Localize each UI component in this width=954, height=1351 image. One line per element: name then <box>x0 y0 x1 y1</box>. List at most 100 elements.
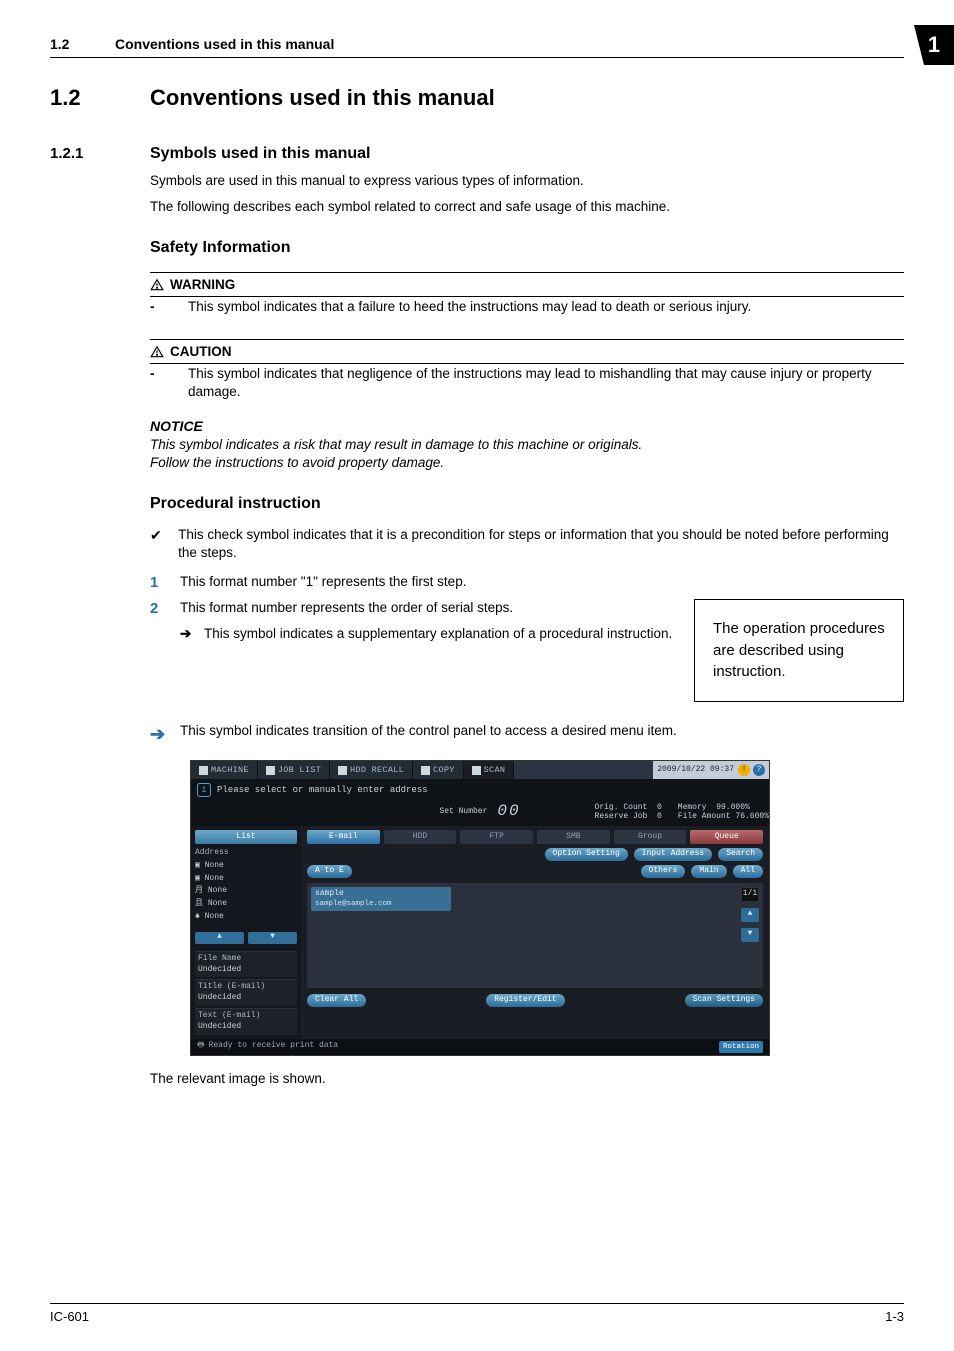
cat-hdd[interactable]: HDD <box>384 830 457 844</box>
tab-machine[interactable]: MACHINE <box>191 761 258 779</box>
datetime: 2009/10/22 09:37 <box>653 765 738 776</box>
aside-box: The operation procedures are described u… <box>694 599 904 702</box>
datetime-area: 2009/10/22 09:37 ! ? <box>653 761 769 779</box>
page-footer: IC-601 1-3 <box>50 1303 904 1326</box>
cat-ftp[interactable]: FTP <box>460 830 533 844</box>
intro-paragraph-2: The following describes each symbol rela… <box>150 198 904 216</box>
filter-all[interactable]: All <box>733 865 763 878</box>
step-2-text: This format number represents the order … <box>180 599 674 619</box>
title-field[interactable]: Title (E-mail)Undecided <box>195 979 297 1006</box>
input-address-button[interactable]: Input Address <box>634 848 712 861</box>
option-setting-button[interactable]: Option Setting <box>545 848 628 861</box>
address-none-4: 且 None <box>195 899 297 910</box>
transition-arrow-row: ➔ This symbol indicates transition of th… <box>150 722 904 746</box>
subsection-number: 1.2.1 <box>50 144 150 164</box>
side-nav-up[interactable]: ▲ <box>195 932 244 944</box>
warning-label: WARNING <box>170 276 235 294</box>
cat-queue[interactable]: Queue <box>690 830 763 844</box>
transition-arrow-icon: ➔ <box>150 722 180 746</box>
cat-smb[interactable]: SMB <box>537 830 610 844</box>
status-block: Orig. Count 0 Reserve Job 0 Memory 99.00… <box>531 803 769 822</box>
cat-email[interactable]: E-mail <box>307 830 380 844</box>
step-2-row: 2 This format number represents the orde… <box>150 599 674 619</box>
precondition-row: ✔ This check symbol indicates that it is… <box>150 526 904 562</box>
filter-atoe[interactable]: A to E <box>307 865 352 878</box>
list-button[interactable]: List <box>195 830 297 844</box>
side-panel: List Address ▣ None ▣ None 月 None 且 None… <box>191 826 301 1039</box>
register-edit-button[interactable]: Register/Edit <box>486 994 564 1007</box>
prompt-text: Please select or manually enter address <box>217 784 428 796</box>
notice-line-1: This symbol indicates a risk that may re… <box>150 437 642 452</box>
copy-icon <box>421 766 430 775</box>
precondition-text: This check symbol indicates that it is a… <box>178 526 904 562</box>
page-down-button[interactable]: ▼ <box>741 928 759 942</box>
warning-block: WARNING This symbol indicates that a fai… <box>150 272 904 316</box>
address-label: Address <box>195 846 297 859</box>
supplementary-text: This symbol indicates a supplementary ex… <box>204 625 672 643</box>
panel-top-tabs: MACHINE JOB LIST HDD RECALL COPY SCAN 20… <box>191 761 769 779</box>
subsection-title: Symbols used in this manual <box>150 143 371 165</box>
chapter-number: 1 <box>928 30 940 60</box>
caution-block: CAUTION This symbol indicates that negli… <box>150 339 904 402</box>
footer-left: IC-601 <box>50 1308 89 1326</box>
notice-line-2: Follow the instructions to avoid propert… <box>150 455 444 470</box>
hdd-recall-icon <box>338 766 347 775</box>
caution-item: This symbol indicates that negligence of… <box>150 365 904 401</box>
side-nav-down[interactable]: ▼ <box>248 932 297 944</box>
info-icon: i <box>197 783 211 797</box>
set-number-row: Set Number 00 Orig. Count 0 Reserve Job … <box>191 801 769 826</box>
check-mark-icon: ✔ <box>150 526 178 562</box>
footer-right: 1-3 <box>885 1308 904 1326</box>
warning-item: This symbol indicates that a failure to … <box>150 298 904 316</box>
header-section-title: Conventions used in this manual <box>115 35 334 54</box>
header-section-number: 1.2 <box>50 35 115 54</box>
rotation-indicator: Rotation <box>719 1041 763 1053</box>
set-number-label: Set Number <box>439 807 487 818</box>
address-none-2: ▣ None <box>195 874 297 885</box>
info-bar: i Please select or manually enter addres… <box>191 779 769 801</box>
set-number-value: 00 <box>497 801 520 823</box>
file-name-field[interactable]: File NameUndecided <box>195 951 297 978</box>
page-header: 1.2 Conventions used in this manual 1 <box>50 35 904 58</box>
scan-settings-button[interactable]: Scan Settings <box>685 994 763 1007</box>
chapter-tab: 1 <box>914 25 954 65</box>
notice-label: NOTICE <box>150 417 904 436</box>
search-button[interactable]: Search <box>718 848 763 861</box>
page-up-button[interactable]: ▲ <box>741 908 759 922</box>
text-field[interactable]: Text (E-mail)Undecided <box>195 1008 297 1035</box>
transition-arrow-text: This symbol indicates transition of the … <box>180 722 904 746</box>
step-2-number: 2 <box>150 599 180 619</box>
section-heading: 1.2 Conventions used in this manual <box>50 83 904 113</box>
subsection-heading: 1.2.1 Symbols used in this manual <box>50 143 904 165</box>
step-1-number: 1 <box>150 573 180 593</box>
filter-others[interactable]: Others <box>641 865 686 878</box>
caution-triangle-icon <box>150 345 164 359</box>
tab-job-list[interactable]: JOB LIST <box>258 761 330 779</box>
aside-text: The operation procedures are described u… <box>713 620 885 681</box>
address-none-3: 月 None <box>195 886 297 897</box>
section-title: Conventions used in this manual <box>150 83 495 113</box>
tab-hdd-recall[interactable]: HDD RECALL <box>330 761 413 779</box>
help-icon[interactable]: ? <box>753 764 765 776</box>
intro-paragraph-1: Symbols are used in this manual to expre… <box>150 172 904 190</box>
procedural-instruction-heading: Procedural instruction <box>150 493 904 515</box>
alert-icon[interactable]: ! <box>738 764 750 776</box>
machine-icon <box>199 766 208 775</box>
address-item[interactable]: sample sample@sample.com <box>311 887 451 911</box>
notice-body: This symbol indicates a risk that may re… <box>150 436 904 472</box>
cat-group[interactable]: Group <box>614 830 687 844</box>
address-none-1: ▣ None <box>195 861 297 872</box>
tab-copy[interactable]: COPY <box>413 761 464 779</box>
tab-scan[interactable]: SCAN <box>464 761 515 779</box>
step-1-row: 1 This format number "1" represents the … <box>150 573 904 593</box>
clear-all-button[interactable]: Clear All <box>307 994 366 1007</box>
right-panel: E-mail HDD FTP SMB Group Queue Option Se… <box>301 826 769 1039</box>
safety-information-heading: Safety Information <box>150 237 904 259</box>
scan-icon <box>472 766 481 775</box>
control-panel-screenshot: MACHINE JOB LIST HDD RECALL COPY SCAN 20… <box>190 760 770 1055</box>
job-list-icon <box>266 766 275 775</box>
filter-main[interactable]: Main <box>691 865 726 878</box>
status-text: Ready to receive print data <box>209 1041 339 1052</box>
arrow-right-icon: ➔ <box>180 625 204 643</box>
caution-label: CAUTION <box>170 343 232 361</box>
